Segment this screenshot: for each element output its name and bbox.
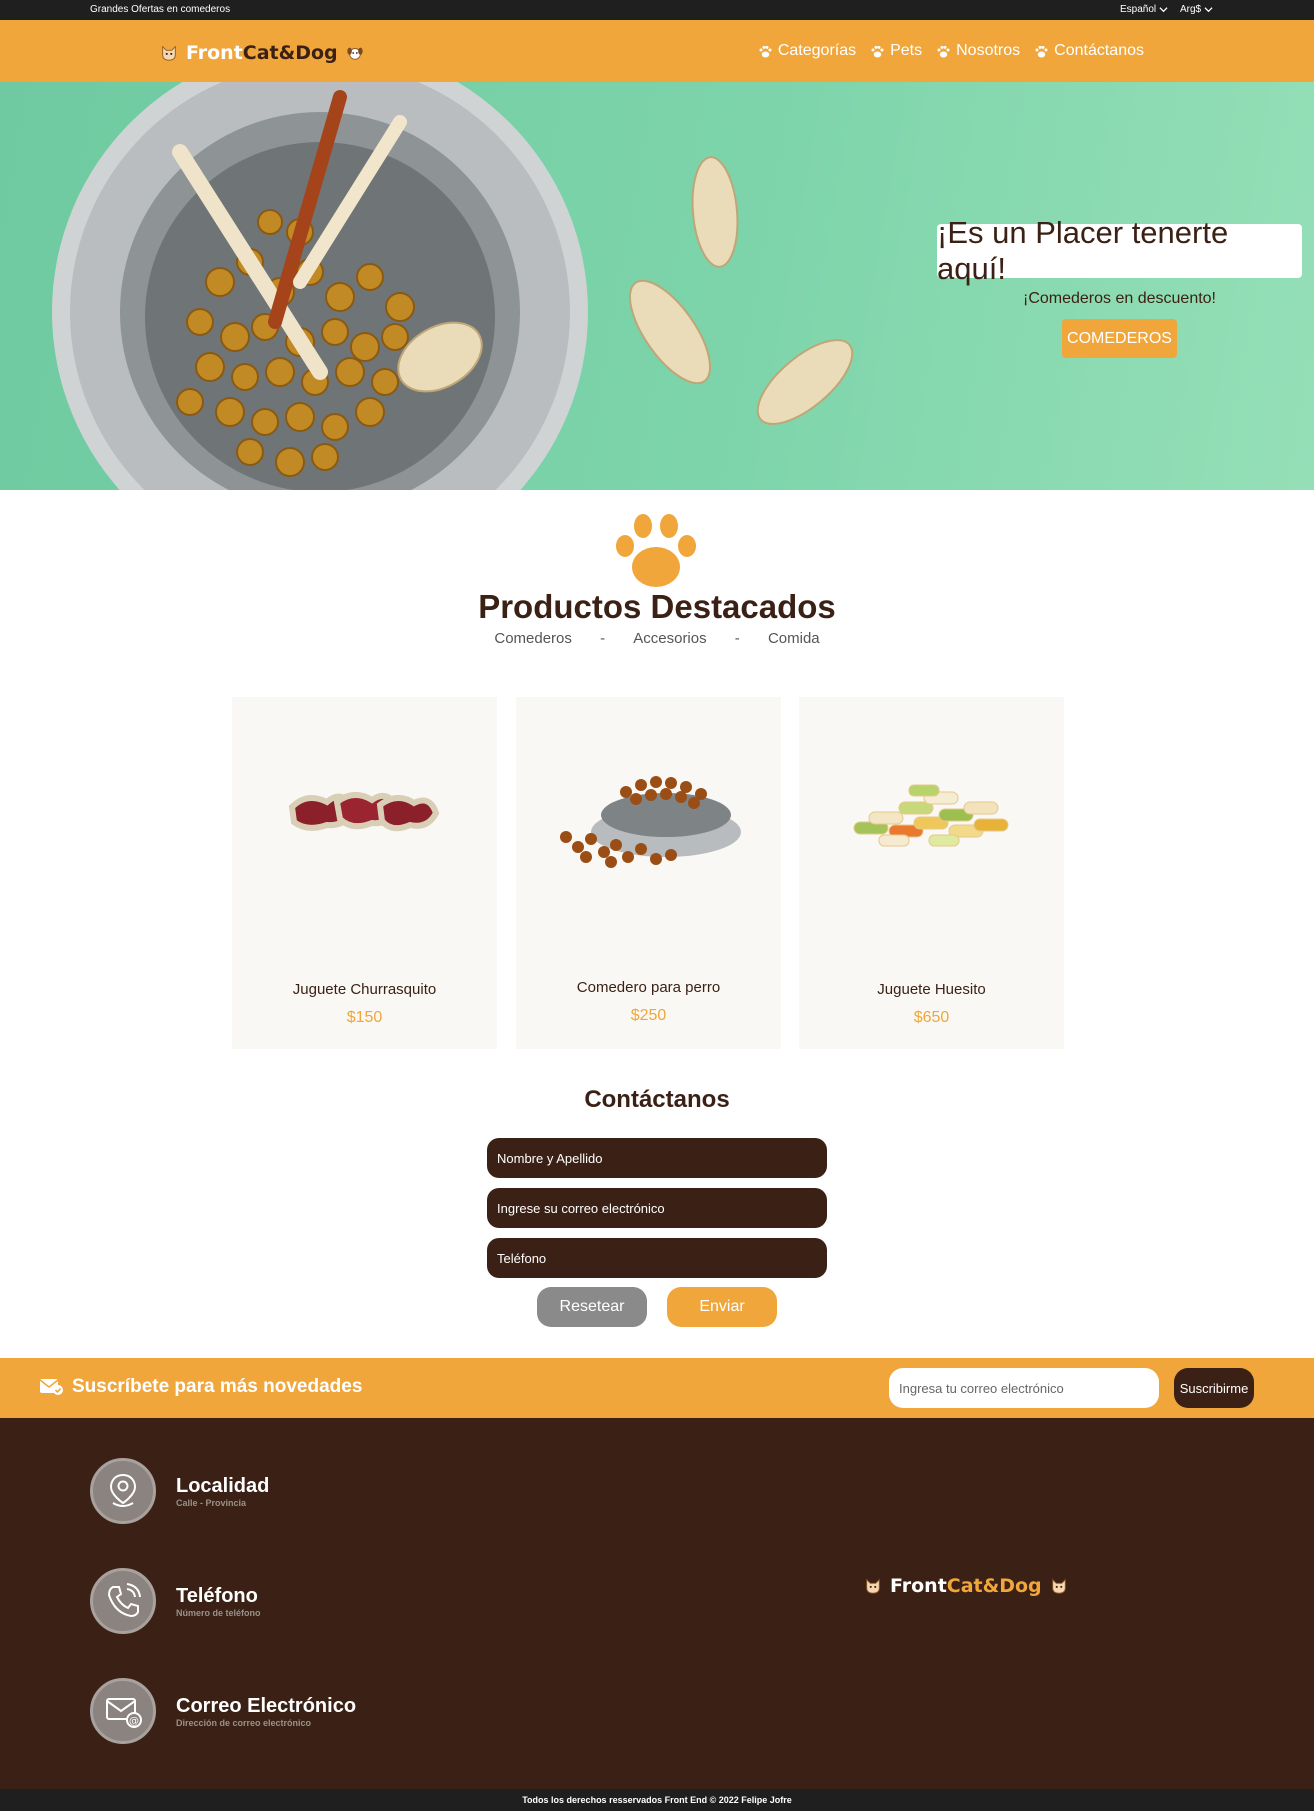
nav-item-nosotros[interactable]: Nosotros bbox=[936, 42, 1020, 60]
mail-check-icon bbox=[40, 1379, 63, 1395]
paw-icon bbox=[616, 514, 696, 587]
main-nav: Categorías Pets Nosotros Contáctanos bbox=[758, 42, 1144, 60]
hero-subtitle: ¡Comederos en descuento! bbox=[1023, 290, 1216, 307]
brand-front: Front bbox=[186, 42, 243, 64]
brand-logo[interactable]: FrontCat&Dog bbox=[160, 42, 364, 64]
contact-title: Contáctanos bbox=[584, 1086, 730, 1113]
svg-text:@: @ bbox=[129, 1716, 139, 1727]
product-name: Comedero para perro bbox=[576, 979, 721, 996]
featured-title: Productos Destacados bbox=[478, 588, 836, 625]
subscribe-email-input[interactable] bbox=[889, 1368, 1159, 1408]
product-card[interactable]: Comedero para perro $250 bbox=[516, 697, 781, 1049]
paw-icon bbox=[1035, 45, 1048, 57]
cat-face-icon bbox=[162, 45, 176, 61]
paw-icon bbox=[871, 45, 884, 57]
product-card[interactable]: Juguete Churrasquito $150 bbox=[232, 697, 497, 1049]
nav-label: Contáctanos bbox=[1054, 42, 1144, 59]
phone-icon bbox=[90, 1568, 156, 1634]
footer-item-telefono: Teléfono Número de teléfono bbox=[90, 1568, 261, 1634]
product-price: $650 bbox=[913, 1009, 950, 1026]
nav-label: Pets bbox=[890, 42, 923, 59]
paw-icon bbox=[937, 45, 950, 57]
subscribe-button[interactable]: Suscribirme bbox=[1174, 1368, 1254, 1408]
product-image-churrasquito bbox=[288, 792, 440, 832]
hero-title: ¡Es un Placer tenerte aquí! bbox=[937, 215, 1302, 286]
product-image-huesito bbox=[853, 784, 1009, 847]
product-name: Juguete Huesito bbox=[877, 981, 986, 998]
footer-item-subtitle: Dirección de correo electrónico bbox=[176, 1717, 312, 1728]
email-field[interactable] bbox=[487, 1188, 827, 1228]
copyright-bar: Todos los derechos resservados Front End… bbox=[0, 1789, 1314, 1811]
footer-item-correo: @ Correo Electrónico Dirección de correo… bbox=[90, 1678, 356, 1744]
footer-item-title: Localidad bbox=[176, 1474, 270, 1497]
cat-face-icon bbox=[866, 1578, 880, 1594]
chevron-down-icon bbox=[1204, 7, 1213, 13]
reset-button[interactable]: Resetear bbox=[537, 1287, 647, 1327]
comederos-button[interactable]: COMEDEROS bbox=[1062, 319, 1177, 358]
site-header: FrontCat&Dog Categorías Pets Nosotros Co… bbox=[0, 20, 1314, 82]
footer-item-subtitle: Calle - Provincia bbox=[176, 1497, 247, 1508]
footer-brand-logo[interactable]: FrontCat&Dog bbox=[864, 1575, 1068, 1597]
filter-accesorios[interactable]: Accesorios bbox=[621, 630, 718, 647]
cat-face-icon bbox=[1051, 1578, 1066, 1594]
subscribe-label: Suscríbete para más novedades bbox=[40, 1376, 362, 1398]
language-selector[interactable]: Español bbox=[1120, 4, 1168, 15]
nav-item-contactanos[interactable]: Contáctanos bbox=[1034, 42, 1144, 60]
currency-selector[interactable]: Arg$ bbox=[1180, 4, 1213, 15]
footer-item-localidad: Localidad Calle - Provincia bbox=[90, 1458, 269, 1524]
filter-separator: - bbox=[734, 630, 740, 647]
brand-catdog: Cat&Dog bbox=[242, 42, 338, 64]
filter-separator: - bbox=[600, 630, 606, 647]
product-filters: Comederos - Accesorios - Comida bbox=[0, 630, 1314, 647]
filter-comederos[interactable]: Comederos bbox=[482, 630, 584, 647]
nav-label: Nosotros bbox=[956, 42, 1021, 59]
phone-field[interactable] bbox=[487, 1238, 827, 1278]
product-name: Juguete Churrasquito bbox=[292, 981, 437, 998]
product-price: $150 bbox=[346, 1009, 383, 1026]
name-field[interactable] bbox=[487, 1138, 827, 1178]
footer-item-title: Teléfono bbox=[176, 1584, 258, 1607]
location-pin-icon bbox=[90, 1458, 156, 1524]
chevron-down-icon bbox=[1159, 7, 1168, 13]
nav-item-categorias[interactable]: Categorías bbox=[758, 42, 856, 60]
dog-face-icon bbox=[346, 47, 363, 60]
subscribe-bar: Suscríbete para más novedades Suscribirm… bbox=[0, 1358, 1314, 1418]
site-footer: Localidad Calle - Provincia Teléfono Núm… bbox=[0, 1418, 1314, 1789]
filter-comida[interactable]: Comida bbox=[756, 630, 832, 647]
subscribe-text: Suscríbete para más novedades bbox=[72, 1376, 363, 1397]
nav-item-pets[interactable]: Pets bbox=[870, 42, 922, 60]
product-card[interactable]: Juguete Huesito $650 bbox=[799, 697, 1064, 1049]
brand-catdog: Cat&Dog bbox=[946, 1575, 1042, 1597]
hero-banner: ¡Es un Placer tenerte aquí! ¡Comederos e… bbox=[0, 82, 1314, 490]
footer-item-title: Correo Electrónico bbox=[176, 1694, 357, 1717]
currency-label: Arg$ bbox=[1180, 4, 1202, 15]
paw-icon bbox=[759, 45, 772, 57]
product-image-comedero bbox=[560, 776, 741, 868]
brand-front: Front bbox=[890, 1575, 947, 1597]
nav-label: Categorías bbox=[777, 42, 857, 59]
mail-icon: @ bbox=[90, 1678, 156, 1744]
footer-item-subtitle: Número de teléfono bbox=[176, 1607, 261, 1618]
top-bar: Grandes Ofertas en comederos Español Arg… bbox=[0, 0, 1314, 20]
language-label: Español bbox=[1120, 4, 1157, 15]
product-price: $250 bbox=[630, 1007, 667, 1024]
send-button[interactable]: Enviar bbox=[667, 1287, 777, 1327]
promo-text: Grandes Ofertas en comederos bbox=[90, 4, 231, 15]
